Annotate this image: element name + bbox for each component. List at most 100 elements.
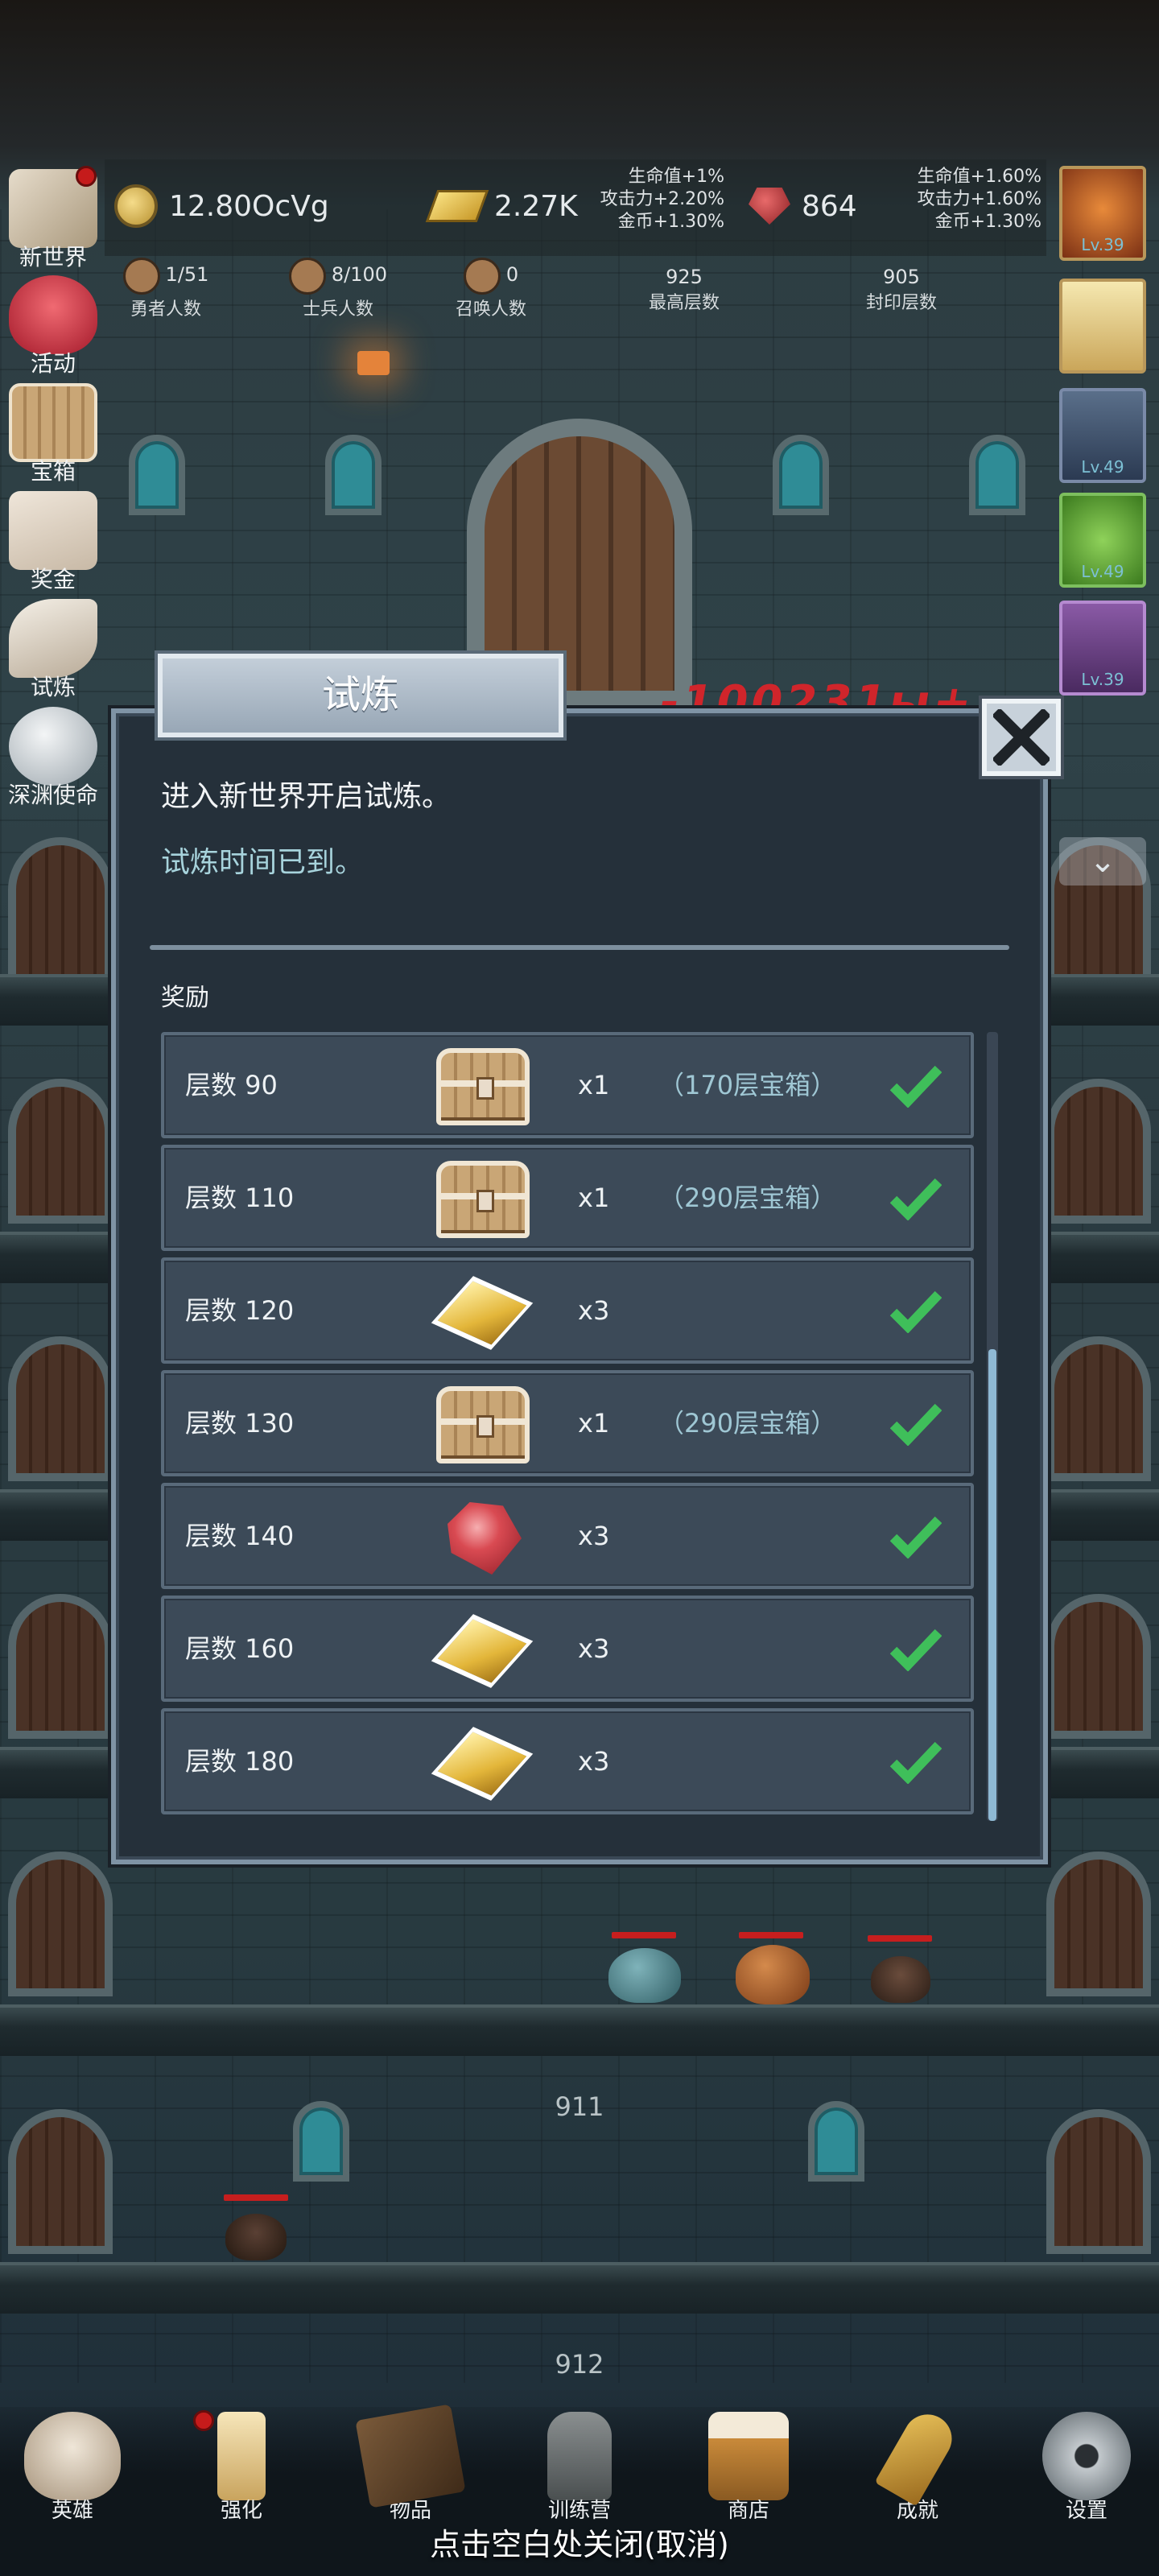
book-icon [355, 2404, 466, 2508]
reward-note: （290层宝箱） [658, 1183, 837, 1213]
side-door [1046, 1852, 1151, 1996]
stat-label: 勇者人数 [130, 299, 201, 320]
reward-qty: x3 [578, 1746, 610, 1777]
bonus-line: 攻击力+1.60% [917, 189, 1041, 209]
monster-hp-bar [224, 2194, 288, 2201]
spider-monster[interactable] [225, 2214, 287, 2260]
castle-window [325, 435, 382, 515]
key-icon [874, 2405, 961, 2507]
menu-label: 宝箱 [30, 458, 76, 485]
check-icon [890, 1741, 942, 1784]
portrait-level: Lv.49 [1081, 562, 1124, 581]
mage-portrait[interactable]: Lv.39 [1059, 601, 1146, 696]
stat-label: 封印层数 [865, 293, 937, 313]
nav-items[interactable]: 物品 [354, 2404, 467, 2524]
summon-count: 0 召唤人数 [435, 258, 547, 320]
reward-row: 层数 90 x1 （170层宝箱） [161, 1032, 974, 1138]
bonus-line: 攻击力+2.20% [600, 189, 724, 209]
coin-counter: 12.80OcVg [114, 166, 329, 246]
nav-shop[interactable]: 商店 [692, 2412, 805, 2524]
gold-bonus-list: 生命值+1% 攻击力+2.20% 金币+1.30% [596, 166, 724, 233]
castle-window [129, 435, 185, 515]
hero-count: 1/51 勇者人数 [109, 258, 222, 320]
side-door [1046, 2109, 1151, 2254]
reward-qty: x3 [578, 1633, 610, 1664]
hero-portrait[interactable]: Lv.49 [1059, 388, 1146, 483]
floor-label: 层数 140 [185, 1521, 295, 1551]
menu-abyss-mission[interactable]: 深渊使命 [5, 707, 101, 810]
stat-label: 召唤人数 [455, 299, 526, 320]
menu-events[interactable]: 活动 [5, 275, 101, 378]
portrait-level: Lv.49 [1081, 457, 1124, 477]
gold-bar-icon [430, 1608, 534, 1692]
slime-portrait[interactable]: Lv.49 [1059, 493, 1146, 588]
side-door [8, 1852, 113, 1996]
reward-qty: x1 [578, 1183, 610, 1213]
feather-icon [9, 599, 97, 678]
heart-icon [9, 275, 97, 354]
portrait-level: Lv.39 [1081, 670, 1124, 689]
side-door [8, 2109, 113, 2254]
nav-training-camp[interactable]: 训练营 [523, 2412, 636, 2524]
dialog-title: 试炼 [158, 654, 563, 737]
side-door [1046, 1594, 1151, 1739]
monster-hp-bar [612, 1932, 676, 1938]
nav-heroes[interactable]: 英雄 [16, 2412, 129, 2524]
spider-monster[interactable] [871, 1956, 930, 2003]
max-floor: 925 最高层数 [612, 266, 757, 314]
close-icon [993, 709, 1050, 766]
floor-number: 911 [555, 2091, 604, 2122]
reward-list[interactable]: 层数 90 x1 （170层宝箱） 层数 110 x1 （290层宝箱） 层数 … [161, 1032, 979, 1821]
slime-monster[interactable] [608, 1948, 681, 2003]
monster-hp-bar [868, 1935, 932, 1942]
check-icon [890, 1065, 942, 1108]
floor-label: 层数 110 [185, 1183, 295, 1213]
close-hint-text[interactable]: 点击空白处关闭(取消) [0, 2520, 1159, 2564]
menu-label: 奖金 [30, 566, 76, 592]
menu-label: 新世界 [19, 244, 87, 270]
scroll-down-button[interactable]: ⌄ [1059, 837, 1146, 886]
soldier-count: 8/100 士兵人数 [274, 258, 402, 320]
menu-trial[interactable]: 试炼 [5, 599, 101, 702]
nav-achievements[interactable]: 成就 [861, 2405, 974, 2524]
stat-value: 905 [883, 266, 920, 288]
candle-portrait[interactable] [1059, 279, 1146, 374]
floor-number: 912 [555, 2349, 604, 2380]
bonus-line: 生命值+1% [628, 167, 724, 187]
ruby-icon [430, 1496, 534, 1579]
beer-mug-icon [708, 2412, 789, 2500]
gold-value: 2.27K [494, 189, 578, 223]
gear-icon [1042, 2412, 1131, 2500]
reward-note: （170层宝箱） [658, 1070, 837, 1100]
close-button[interactable] [982, 699, 1061, 776]
stat-value: 8/100 [331, 263, 388, 286]
side-door [1046, 1336, 1151, 1481]
slime-monster[interactable] [736, 1945, 810, 2004]
gold-counter: 2.27K [425, 166, 578, 246]
sealed-floor: 905 封印层数 [829, 266, 974, 314]
bonus-line: 生命值+1.60% [917, 167, 1041, 187]
floor-label: 层数 160 [185, 1633, 295, 1664]
pumpkin-portrait[interactable]: Lv.39 [1059, 166, 1146, 261]
stat-value: 0 [505, 263, 519, 286]
nav-settings[interactable]: 设置 [1030, 2412, 1143, 2524]
notification-dot [76, 166, 97, 187]
candle-icon [217, 2412, 266, 2500]
notification-dot [193, 2410, 214, 2431]
menu-label: 深渊使命 [7, 782, 98, 808]
check-icon [890, 1516, 942, 1558]
reward-row: 层数 160 x3 [161, 1596, 974, 1702]
scrollbar-thumb[interactable] [988, 1349, 996, 1821]
reward-row: 层数 140 x3 [161, 1483, 974, 1589]
check-icon [890, 1629, 942, 1671]
gold-bar-icon [430, 1721, 534, 1805]
menu-bonus[interactable]: 奖金 [5, 491, 101, 594]
menu-chest[interactable]: 宝箱 [5, 383, 101, 486]
floor-label: 层数 120 [185, 1295, 295, 1326]
check-icon [890, 1290, 942, 1333]
chest-icon [430, 1158, 534, 1241]
envelope-icon [9, 491, 97, 570]
menu-label: 试炼 [30, 674, 76, 700]
floor-label: 层数 130 [185, 1408, 295, 1439]
rewards-header: 奖励 [161, 984, 209, 1012]
